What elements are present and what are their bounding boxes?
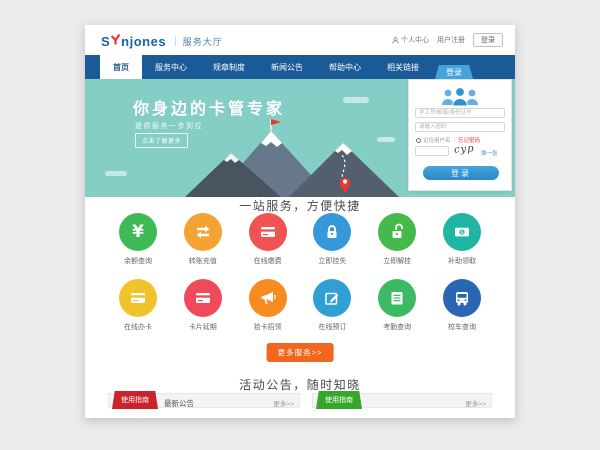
person-icon — [392, 37, 399, 44]
usage-guide-tab-left[interactable]: 使用指南 — [112, 391, 158, 409]
service-school-bus[interactable]: 校车查询 — [433, 279, 491, 332]
service-cancel-loss[interactable]: 立即解挂 — [368, 213, 426, 266]
transfer-icon — [194, 223, 212, 241]
list-icon — [388, 289, 406, 307]
logo-text-2: njones — [121, 34, 166, 49]
services-title: 一站服务，方便快捷 — [85, 197, 515, 214]
service-card-extension[interactable]: 卡片延期 — [174, 279, 232, 332]
service-balance[interactable]: ¥ 余额查询 — [109, 213, 167, 266]
hero-cta-button[interactable]: 点击了解更多 — [135, 133, 188, 148]
username-input[interactable] — [415, 108, 505, 118]
card-icon — [129, 289, 147, 307]
cloud-icon — [343, 97, 369, 103]
more-services-button[interactable]: 更多服务>> — [267, 343, 334, 362]
unlock-icon — [388, 223, 406, 241]
guide-panel-right: 使用指南 更多>> — [312, 393, 492, 408]
login-panel: 记住用户名 | 忘记密码 cyp 换一张 登录 — [408, 79, 512, 191]
remember-label: 记住用户名 — [423, 136, 451, 144]
yen-icon: ¥ — [132, 222, 144, 242]
logo-subtitle: 服务大厅 — [183, 35, 223, 48]
nav-item-links[interactable]: 相关链接 — [374, 55, 432, 79]
captcha-refresh-link[interactable]: 换一张 — [481, 149, 498, 157]
login-panel-tab[interactable]: 登录 — [435, 65, 473, 79]
guide-panel-left: 使用指南 最新公告 更多>> — [108, 393, 300, 408]
usage-guide-tab-right[interactable]: 使用指南 — [316, 391, 362, 409]
service-report-loss[interactable]: 立即挂失 — [303, 213, 361, 266]
remember-row: 记住用户名 | 忘记密码 — [416, 136, 508, 144]
service-transfer[interactable]: 转账充值 — [174, 213, 232, 266]
user-register-link[interactable]: 用户注册 — [437, 35, 465, 45]
personal-center-link[interactable]: 个人中心 — [392, 35, 429, 45]
logo-accent-icon — [111, 32, 120, 50]
bus-icon — [453, 289, 471, 307]
announcements-title: 活动公告，随时知晓 — [85, 376, 515, 393]
card-icon — [194, 289, 212, 307]
banknote-icon: $ — [453, 223, 471, 241]
more-link-left[interactable]: 更多>> — [273, 398, 294, 408]
users-avatar-icon — [409, 85, 511, 107]
header: S njones | 服务大厅 个人中心 用户注册 登录 — [85, 25, 515, 55]
card-icon — [259, 223, 277, 241]
edit-icon — [323, 289, 341, 307]
flag-icon — [271, 119, 281, 125]
lock-icon — [323, 223, 341, 241]
logo[interactable]: S njones | 服务大厅 — [101, 32, 223, 50]
service-pay-online[interactable]: 在线缴费 — [239, 213, 297, 266]
nav-item-help-center[interactable]: 帮助中心 — [316, 55, 374, 79]
more-link-right[interactable]: 更多>> — [465, 398, 486, 408]
login-submit-button[interactable]: 登录 — [423, 166, 499, 180]
captcha-input[interactable] — [415, 146, 449, 156]
service-attendance[interactable]: 考勤查询 — [368, 279, 426, 332]
nav-item-news[interactable]: 新闻公告 — [258, 55, 316, 79]
latest-announcements-tab[interactable]: 最新公告 — [164, 398, 194, 409]
logo-text-1: S — [101, 34, 110, 49]
svg-text:$: $ — [460, 230, 464, 236]
services-row-1: ¥ 余额查询 转账充值 在线缴费 — [109, 213, 491, 266]
header-login-button[interactable]: 登录 — [473, 33, 503, 47]
password-input[interactable] — [415, 122, 505, 132]
service-subsidy[interactable]: $ 补助领取 — [433, 213, 491, 266]
nav-item-service-center[interactable]: 服务中心 — [142, 55, 200, 79]
nav-item-home[interactable]: 首页 — [100, 55, 142, 79]
services-row-2: 在线办卡 卡片延期 拾卡招领 — [109, 279, 491, 332]
cloud-icon — [105, 171, 127, 176]
remember-checkbox[interactable] — [416, 138, 421, 143]
service-apply-card[interactable]: 在线办卡 — [109, 279, 167, 332]
service-online-booking[interactable]: 在线预订 — [303, 279, 361, 332]
header-links: 个人中心 用户注册 登录 — [392, 33, 503, 47]
service-found-card[interactable]: 拾卡招领 — [239, 279, 297, 332]
megaphone-icon — [259, 289, 277, 307]
mountain-illustration — [185, 115, 405, 197]
site-container: S njones | 服务大厅 个人中心 用户注册 登录 首页 服务中心 规章制… — [85, 25, 515, 418]
page-background: S njones | 服务大厅 个人中心 用户注册 登录 首页 服务中心 规章制… — [0, 0, 600, 450]
logo-divider: | — [174, 36, 177, 47]
captcha-image[interactable]: cyp — [454, 143, 475, 155]
nav-item-rules[interactable]: 规章制度 — [200, 55, 258, 79]
